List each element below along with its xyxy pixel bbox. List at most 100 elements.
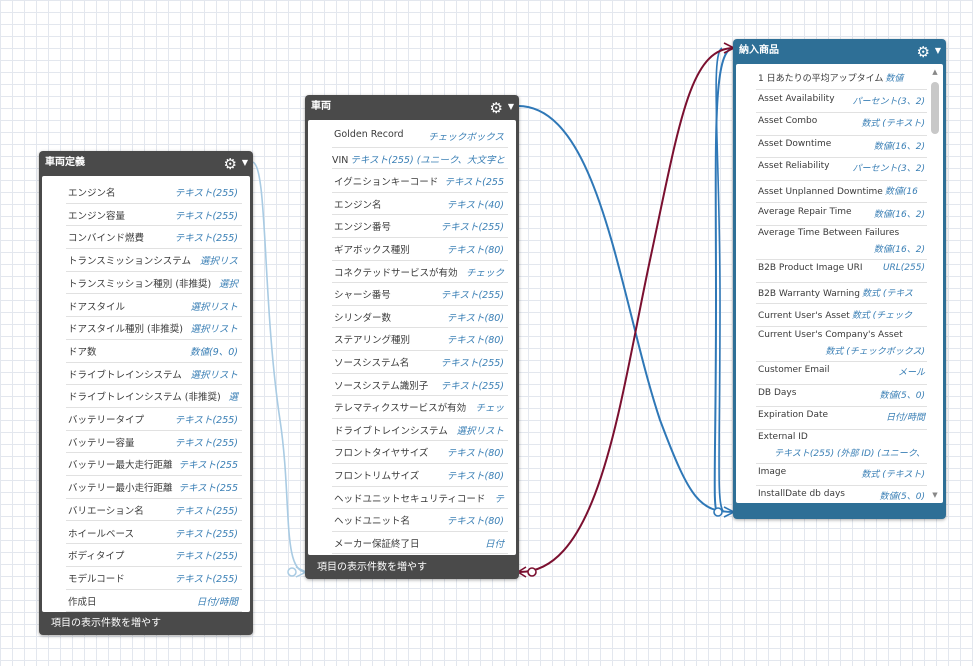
field-row[interactable]: エンジン番号 テキスト(255) — [332, 214, 508, 238]
field-row[interactable]: バッテリー最小走行距離 テキスト(255 — [66, 475, 242, 499]
field-row[interactable]: ヘッドユニット名 テキスト(80) — [332, 508, 508, 532]
field-type: 選択リスト — [190, 301, 238, 313]
field-list[interactable]: Golden Record チェックボックス VIN テキスト(255) (ユニーク、… — [308, 120, 516, 555]
field-row[interactable]: イグニションキーコード テキスト(255 — [332, 169, 508, 193]
field-type: 数式 (テキス — [861, 288, 914, 299]
field-row[interactable]: Current User's Company's Asset 数式 (チェックボッ… — [756, 327, 927, 362]
object-card-vehicle-definition[interactable]: 車両定義 ⚙ ▼ エンジン名 テキスト(255) エンジン容量 テキスト(255) コン… — [39, 151, 253, 635]
field-row[interactable]: エンジン名 テキスト(255) — [66, 180, 242, 204]
scroll-down-icon[interactable]: ▼ — [930, 491, 940, 499]
field-row[interactable]: Asset Reliability パーセント(3、2) — [756, 157, 927, 181]
field-row[interactable]: テレマティクスサービスが有効 チェッ — [332, 395, 508, 419]
field-row[interactable]: VIN テキスト(255) (ユニーク、大文字と — [332, 147, 508, 170]
gear-icon[interactable]: ⚙ — [917, 40, 930, 64]
field-row[interactable]: コンバインド燃費 テキスト(255) — [66, 225, 242, 250]
field-label: Image — [758, 466, 787, 477]
field-row[interactable]: バリエーション名 テキスト(255) — [66, 498, 242, 522]
field-row[interactable]: モデルコード テキスト(255) — [66, 566, 242, 590]
field-row[interactable]: Asset Combo 数式 (テキスト) — [756, 112, 927, 136]
field-row[interactable]: エンジン名 テキスト(40) — [332, 192, 508, 216]
field-row[interactable]: 1 日あたりの平均アップタイム 数値 — [756, 67, 927, 90]
field-type: テキスト(255) (ユニーク、大文字と — [350, 154, 506, 166]
field-row[interactable]: External ID テキスト(255) (外部 ID) (ユニーク、 — [756, 429, 927, 464]
field-row[interactable]: Asset Unplanned Downtime 数値(16 — [756, 180, 927, 203]
object-card-vehicle[interactable]: 車両 ⚙ ▼ Golden Record チェックボックス VIN テキスト(255)… — [305, 95, 519, 579]
field-row[interactable]: メーカー保証終了日 日付 — [332, 531, 508, 555]
show-more-fields-link[interactable]: 項目の表示件数を増やす — [39, 613, 253, 635]
field-row[interactable]: ソースシステム名 テキスト(255) — [332, 350, 508, 374]
scrollbar-thumb[interactable] — [931, 82, 939, 134]
field-row[interactable]: ステアリング種別 テキスト(80) — [332, 327, 508, 351]
field-row[interactable]: ヘッドユニットセキュリティコードテ — [332, 486, 508, 510]
field-row[interactable]: トランスミッション種別 (非推奨) 選択 — [66, 271, 242, 295]
field-row[interactable]: コネクテッドサービスが有効 チェック — [332, 260, 508, 284]
field-row[interactable]: ギアボックス種別 テキスト(80) — [332, 237, 508, 261]
field-row[interactable]: ボディタイプ テキスト(255) — [66, 543, 242, 567]
field-row[interactable]: エンジン容量 テキスト(255) — [66, 203, 242, 227]
field-label: フロントリムサイズ — [334, 471, 420, 482]
field-row[interactable]: ドアスタイル種別 (非推奨) 選択リスト — [66, 316, 242, 340]
field-row[interactable]: ホイールベース テキスト(255) — [66, 521, 242, 545]
field-row[interactable]: Golden Record チェックボックス — [332, 124, 508, 148]
field-label: Asset Unplanned Downtime — [758, 187, 883, 197]
field-row[interactable]: Average Repair Time 数値(16、2) — [756, 203, 927, 227]
field-label: テレマティクスサービスが有効 — [334, 403, 467, 415]
field-type: 数値(16、2) — [873, 245, 925, 256]
field-row[interactable]: ドライブトレインシステム (非推奨) 選 — [66, 384, 242, 408]
field-row[interactable]: Current User's Asset 数式 (チェック — [756, 304, 927, 327]
scroll-up-icon[interactable]: ▲ — [930, 68, 940, 76]
card-header[interactable]: 納入商品 ⚙ ▼ — [733, 39, 946, 63]
field-label: エンジン名 — [68, 188, 116, 199]
field-type: チェッ — [475, 403, 504, 415]
field-row[interactable]: Expiration Date 日付/時間 — [756, 406, 927, 430]
field-row[interactable]: ドライブトレインシステム 選択リスト — [66, 362, 242, 386]
chevron-down-icon[interactable]: ▼ — [508, 95, 514, 119]
field-list[interactable]: ▲ ▼ 1 日あたりの平均アップタイム 数値 Asset Availability パ… — [736, 64, 943, 503]
field-row[interactable]: フロントタイヤサイズ テキスト(80) — [332, 440, 508, 464]
field-type: 数式 (テキスト) — [861, 469, 925, 480]
field-row[interactable]: B2B Warranty Warning 数式 (テキス — [756, 282, 927, 305]
field-row[interactable]: ドア数 数値(9、0) — [66, 339, 242, 363]
chevron-down-icon[interactable]: ▼ — [242, 151, 248, 175]
field-row[interactable]: Asset Downtime 数値(16、2) — [756, 135, 927, 159]
field-type: 数値(9、0) — [189, 346, 238, 358]
field-row[interactable]: Average Time Between Failures 数値(16、2) — [756, 225, 927, 261]
chevron-down-icon[interactable]: ▼ — [935, 39, 941, 63]
field-label: バッテリー最小走行距離 — [68, 483, 173, 495]
field-list[interactable]: エンジン名 テキスト(255) エンジン容量 テキスト(255) コンバインド燃費 テキス… — [42, 176, 250, 612]
field-row[interactable]: トランスミッションシステム 選択リス — [66, 248, 242, 272]
field-label: Asset Reliability — [758, 161, 830, 172]
field-row[interactable]: Customer Email メール — [756, 361, 927, 385]
gear-icon[interactable]: ⚙ — [224, 152, 237, 176]
field-row[interactable]: バッテリータイプ テキスト(255) — [66, 407, 242, 431]
field-label: バッテリー最大走行距離 — [68, 460, 173, 472]
show-more-fields-link[interactable]: 項目の表示件数を増やす — [305, 557, 519, 579]
field-row[interactable]: ドライブトレインシステム 選択リスト — [332, 418, 508, 442]
object-card-asset[interactable]: 納入商品 ⚙ ▼ ▲ ▼ 1 日あたりの平均アップタイム 数値 Asset Avai… — [733, 39, 946, 519]
field-type: テキスト(255) — [440, 380, 504, 392]
field-row[interactable]: DB Days 数値(5、0) — [756, 384, 927, 408]
field-row[interactable]: B2B Product Image URI URL(255) — [756, 259, 927, 283]
scrollbar[interactable]: ▲ ▼ — [930, 68, 940, 499]
field-label: シリンダー数 — [334, 312, 392, 324]
field-row[interactable]: 作成日 日付/時間 — [66, 589, 242, 612]
field-row[interactable]: バッテリー容量 テキスト(255) — [66, 430, 242, 454]
field-row[interactable]: シリンダー数 テキスト(80) — [332, 305, 508, 329]
link-vehicle-definition — [251, 161, 307, 573]
field-row[interactable]: ソースシステム識別子 テキスト(255) — [332, 373, 508, 397]
field-label: エンジン名 — [334, 199, 382, 211]
field-row[interactable]: InstallDate db days 数値(5、0) — [756, 485, 927, 503]
field-row[interactable]: シャーシ番号 テキスト(255) — [332, 282, 508, 306]
gear-icon[interactable]: ⚙ — [490, 96, 503, 120]
field-row[interactable]: ドアスタイル 選択リスト — [66, 294, 242, 318]
field-type: テキスト(255) — [174, 415, 238, 426]
card-header[interactable]: 車両定義 ⚙ ▼ — [39, 151, 253, 175]
field-row[interactable]: フロントリムサイズ テキスト(80) — [332, 463, 508, 487]
field-row[interactable]: Asset Availability パーセント(3、2) — [756, 90, 927, 114]
field-type: テキスト(255) — [174, 528, 238, 540]
field-row[interactable]: Image 数式 (テキスト) — [756, 463, 927, 487]
field-label: シャーシ番号 — [334, 290, 391, 302]
field-row[interactable]: バッテリー最大走行距離 テキスト(255 — [66, 452, 242, 477]
card-header[interactable]: 車両 ⚙ ▼ — [305, 95, 519, 119]
field-type: テキスト(80) — [446, 335, 504, 347]
